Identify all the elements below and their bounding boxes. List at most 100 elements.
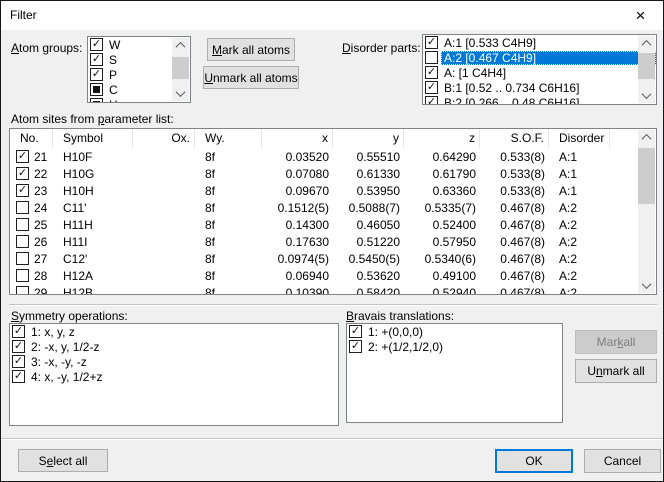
checkbox[interactable]: ✓ — [425, 81, 438, 94]
checkbox[interactable]: ✓ — [12, 340, 25, 353]
scroll-down-icon[interactable] — [638, 278, 655, 293]
table-scrollbar[interactable] — [638, 130, 655, 293]
checkbox[interactable]: ✓ — [425, 36, 438, 49]
disorder-parts-listbox[interactable]: ✓A:1 [0.533 C4H9]A:2 [0.467 C4H9]✓A: [1 … — [422, 34, 657, 105]
scroll-down-icon[interactable] — [638, 88, 655, 103]
scroll-down-icon[interactable] — [172, 86, 189, 101]
checkbox[interactable]: ✓ — [349, 325, 362, 338]
symmetry-item-label[interactable]: 2: -x, y, 1/2-z — [28, 340, 102, 354]
scroll-up-icon[interactable] — [172, 38, 189, 53]
disorder-part-item[interactable]: ✓A: [1 C4H4] — [423, 65, 656, 80]
atom-groups-scrollbar[interactable] — [172, 38, 189, 101]
symmetry-item-label[interactable]: 4: x, -y, 1/2+z — [28, 370, 105, 384]
checkbox[interactable]: ✓ — [12, 325, 25, 338]
scroll-up-icon[interactable] — [638, 36, 655, 51]
cell-no: 28 — [10, 269, 53, 283]
checkbox[interactable]: ✓ — [12, 355, 25, 368]
cancel-button[interactable]: Cancel — [584, 449, 661, 473]
checkbox[interactable] — [16, 235, 29, 248]
atom-group-item-label[interactable]: H — [106, 98, 121, 104]
cell-wy: 8f — [195, 235, 262, 249]
checkbox[interactable]: ✓ — [16, 167, 29, 180]
cell-y: 0.53950 — [333, 184, 404, 198]
table-row[interactable]: ✓23H10H8f0.096700.539500.633600.533(8)A:… — [10, 182, 639, 199]
cell-sym: C11' — [53, 201, 133, 215]
atom-group-item-label[interactable]: C — [106, 83, 121, 97]
bravais-item-label[interactable]: 2: +(1/2,1/2,0) — [365, 340, 446, 354]
checkbox[interactable]: ✓ — [90, 68, 103, 81]
table-row[interactable]: 26H11I8f0.176300.512200.579500.467(8)A:2 — [10, 233, 639, 250]
symmetry-operations-listbox[interactable]: ✓1: x, y, z✓2: -x, y, 1/2-z✓3: -x, -y, -… — [9, 323, 339, 426]
disorder-part-item[interactable]: ✓B:1 [0.52 .. 0.734 C6H16] — [423, 80, 656, 95]
cell-z: 0.61790 — [404, 167, 480, 181]
ok-button[interactable]: OK — [495, 449, 573, 473]
symmetry-item[interactable]: ✓2: -x, y, 1/2-z — [10, 339, 338, 354]
cell-x: 0.10390 — [262, 286, 333, 295]
atom-groups-listbox[interactable]: ✓W✓S✓PCH — [87, 36, 191, 103]
unmark-all-button[interactable]: Unmark all — [575, 359, 657, 383]
disorder-part-item-label[interactable]: A:1 [0.533 C4H9] — [441, 36, 539, 50]
checkbox[interactable] — [16, 252, 29, 265]
column-header-z: z — [404, 129, 480, 148]
checkbox[interactable]: ✓ — [90, 38, 103, 51]
checkbox[interactable]: ✓ — [16, 184, 29, 197]
checkbox[interactable] — [425, 51, 438, 64]
symmetry-item-label[interactable]: 3: -x, -y, -z — [28, 355, 90, 369]
cell-sof: 0.467(8) — [480, 218, 549, 232]
cell-z: 0.52940 — [404, 286, 480, 295]
checkbox[interactable] — [16, 201, 29, 214]
bravais-item[interactable]: ✓2: +(1/2,1/2,0) — [347, 339, 562, 354]
atom-group-item-label[interactable]: S — [106, 53, 120, 67]
checkbox[interactable]: ✓ — [425, 66, 438, 79]
mark-all-button[interactable]: Mark all — [575, 330, 657, 354]
close-icon[interactable]: × — [618, 1, 663, 30]
checkbox[interactable] — [16, 218, 29, 231]
table-row[interactable]: 27C12'8f0.0974(5)0.5450(5)0.5340(6)0.467… — [10, 250, 639, 267]
disorder-part-item-label[interactable]: A: [1 C4H4] — [441, 66, 509, 80]
disorder-part-item[interactable]: ✓A:1 [0.533 C4H9] — [423, 35, 656, 50]
checkbox[interactable]: ✓ — [425, 96, 438, 105]
disorder-part-item[interactable]: ✓B:2 [0.266 .. 0.48 C6H16] — [423, 95, 656, 105]
checkbox[interactable] — [16, 269, 29, 282]
disorder-part-item[interactable]: A:2 [0.467 C4H9] — [423, 50, 656, 65]
bravais-item-label[interactable]: 1: +(0,0,0) — [365, 325, 426, 339]
mark-all-atoms-button[interactable]: Mark all atoms — [207, 38, 295, 61]
scroll-thumb[interactable] — [638, 148, 655, 204]
cell-no: ✓22 — [10, 167, 53, 181]
symmetry-item[interactable]: ✓4: x, -y, 1/2+z — [10, 369, 338, 384]
unmark-all-atoms-button[interactable]: Unmark all atoms — [203, 66, 299, 89]
bravais-translations-listbox[interactable]: ✓1: +(0,0,0)✓2: +(1/2,1/2,0) — [346, 323, 563, 423]
table-row[interactable]: ✓21H10F8f0.035200.555100.642900.533(8)A:… — [10, 148, 639, 165]
table-row[interactable]: 29H12B8f0.103900.584200.529400.467(8)A:2 — [10, 284, 639, 294]
scroll-thumb[interactable] — [172, 57, 189, 79]
symmetry-item[interactable]: ✓3: -x, -y, -z — [10, 354, 338, 369]
checkbox[interactable]: ✓ — [349, 340, 362, 353]
table-row[interactable]: 24C11'8f0.1512(5)0.5088(7)0.5335(7)0.467… — [10, 199, 639, 216]
scroll-up-icon[interactable] — [638, 130, 655, 145]
checkbox[interactable]: ✓ — [12, 370, 25, 383]
checkbox[interactable] — [90, 83, 103, 96]
table-row[interactable]: 25H11H8f0.143000.460500.524000.467(8)A:2 — [10, 216, 639, 233]
scroll-thumb[interactable] — [638, 53, 655, 79]
cell-y: 0.51220 — [333, 235, 404, 249]
checkbox[interactable]: ✓ — [16, 150, 29, 163]
atom-sites-table[interactable]: No.SymbolOx.Wy.xyzS.O.F.Disorder ✓21H10F… — [9, 128, 657, 295]
cell-z: 0.5335(7) — [404, 201, 480, 215]
checkbox[interactable] — [16, 286, 29, 294]
disorder-scrollbar[interactable] — [638, 36, 655, 103]
table-row[interactable]: ✓22H10G8f0.070800.613300.617900.533(8)A:… — [10, 165, 639, 182]
checkbox[interactable]: ✓ — [90, 53, 103, 66]
atom-group-item-label[interactable]: P — [106, 68, 120, 82]
disorder-part-item-label[interactable]: B:1 [0.52 .. 0.734 C6H16] — [441, 81, 582, 95]
table-row[interactable]: 28H12A8f0.069400.536200.491000.467(8)A:2 — [10, 267, 639, 284]
bravais-item[interactable]: ✓1: +(0,0,0) — [347, 324, 562, 339]
atom-group-item-label[interactable]: W — [106, 38, 123, 52]
symmetry-item-label[interactable]: 1: x, y, z — [28, 325, 78, 339]
select-all-button[interactable]: Select all — [18, 449, 108, 472]
table-body[interactable]: ✓21H10F8f0.035200.555100.642900.533(8)A:… — [10, 148, 639, 294]
checkbox[interactable] — [90, 98, 103, 103]
cell-x: 0.09670 — [262, 184, 333, 198]
disorder-part-item-label[interactable]: B:2 [0.266 .. 0.48 C6H16] — [441, 96, 582, 106]
disorder-part-item-label[interactable]: A:2 [0.467 C4H9] — [441, 51, 656, 65]
symmetry-item[interactable]: ✓1: x, y, z — [10, 324, 338, 339]
